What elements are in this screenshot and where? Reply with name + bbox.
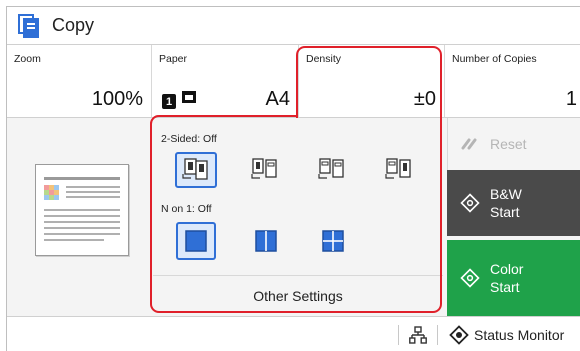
other-settings-button[interactable]: Other Settings [153, 276, 443, 316]
copies-setting[interactable]: Number of Copies 1 [445, 45, 580, 117]
reset-label: Reset [490, 136, 527, 152]
paper-label: Paper [159, 53, 188, 65]
status-monitor-icon [449, 325, 469, 345]
document-preview-image [44, 177, 120, 241]
one-to-two-sided-button[interactable] [244, 152, 286, 188]
tray-icon [181, 89, 197, 109]
zoom-setting[interactable]: Zoom 100% [7, 45, 152, 117]
highlight-outline-top-left [150, 115, 298, 125]
bw-start-line1: B&W [490, 186, 522, 202]
n-on-1-label: N on 1: Off [161, 203, 212, 215]
two-to-two-sided-icon [318, 158, 344, 179]
two-on-one-layout-button[interactable] [246, 222, 286, 260]
document-preview [35, 164, 129, 256]
start-icon [460, 193, 480, 213]
two-to-two-sided-button[interactable] [311, 152, 353, 188]
copies-value: 1 [565, 88, 577, 110]
title-bar: Copy [7, 7, 580, 45]
other-settings-label: Other Settings [253, 288, 343, 304]
tray-number-badge: 1 [162, 94, 176, 109]
paper-setting[interactable]: Paper 1 A4 [152, 45, 299, 117]
one-to-one-sided-icon [182, 158, 208, 180]
network-icon[interactable] [409, 326, 427, 349]
action-column: Reset B&W Start Color Start [447, 118, 580, 316]
color-start-text: Color Start [490, 260, 523, 296]
color-start-line1: Color [490, 261, 524, 277]
two-to-one-sided-button[interactable] [378, 152, 420, 188]
settings-row: Zoom 100% Paper 1 A4 Density ±0 Number o… [7, 45, 580, 118]
status-separator [437, 325, 438, 345]
one-on-one-layout-icon [185, 230, 207, 252]
status-monitor-button[interactable]: Status Monitor [441, 317, 564, 351]
density-label: Density [306, 53, 342, 65]
page-title: Copy [52, 15, 95, 35]
zoom-label: Zoom [14, 53, 41, 65]
four-on-one-layout-icon [322, 230, 344, 252]
one-to-one-sided-button[interactable] [175, 152, 217, 188]
preview-area [7, 118, 153, 316]
density-setting[interactable]: Density ±0 [299, 45, 445, 117]
two-sided-label: 2-Sided: Off [161, 133, 217, 145]
one-to-two-sided-icon [251, 158, 277, 179]
two-on-one-layout-icon [255, 230, 277, 252]
start-icon [460, 268, 480, 288]
status-separator [398, 325, 399, 345]
paper-size-value: A4 [265, 88, 290, 110]
four-on-one-layout-button[interactable] [313, 222, 353, 260]
options-panel: 2-Sided: Off N on 1: Off Other Settings [153, 118, 443, 316]
status-monitor-label: Status Monitor [474, 327, 565, 343]
copy-app-icon [16, 13, 42, 39]
bw-start-line2: Start [490, 204, 520, 220]
density-value: ±0 [413, 88, 436, 110]
two-to-one-sided-icon [385, 158, 411, 179]
zoom-value: 100% [91, 88, 143, 110]
color-start-button[interactable]: Color Start [447, 240, 580, 316]
reset-icon [460, 136, 480, 152]
color-start-line2: Start [490, 279, 520, 295]
one-on-one-layout-button[interactable] [176, 222, 216, 260]
bw-start-text: B&W Start [490, 185, 522, 221]
copies-label: Number of Copies [452, 53, 537, 65]
bw-start-button[interactable]: B&W Start [447, 170, 580, 236]
status-bar: Status Monitor [7, 316, 580, 351]
reset-button[interactable]: Reset [447, 118, 580, 170]
copy-screen: Copy Zoom 100% Paper 1 A4 Density ±0 Num… [6, 6, 580, 351]
